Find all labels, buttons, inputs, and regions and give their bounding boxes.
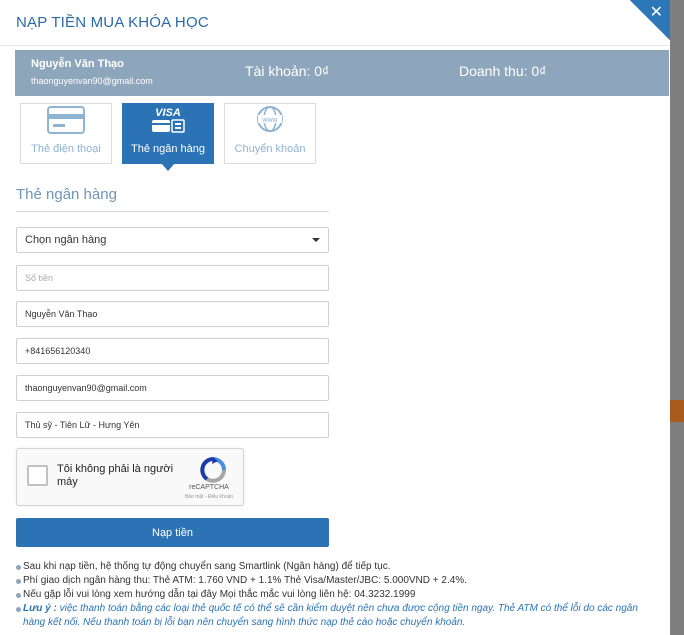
modal-header: NẠP TIỀN MUA KHÓA HỌC (0, 0, 670, 46)
recaptcha-widget: Tôi không phải là người máy reCAPTCHA Bả… (16, 448, 244, 506)
name-input[interactable]: Nguyễn Văn Thạo (16, 301, 329, 327)
note-item: Phí giao dịch ngân hàng thu: Thẻ ATM: 1.… (16, 574, 656, 588)
tab-bank-card[interactable]: VISA Thẻ ngân hàng (122, 103, 214, 171)
recaptcha-icon (199, 457, 227, 483)
email-value: thaonguyenvan90@gmail.com (25, 383, 147, 393)
user-email: thaonguyenvan90@gmail.com (31, 76, 153, 86)
section-title: Thẻ ngân hàng (16, 186, 117, 203)
tab-label: Chuyển khoản (234, 143, 306, 155)
payment-notes: Sau khi nạp tiền, hệ thống tự động chuyể… (16, 560, 656, 630)
amount-input[interactable]: Số tiền (16, 265, 329, 291)
amount-placeholder: Số tiền (25, 273, 54, 283)
account-balance: Tài khoản: 0₫ (245, 63, 330, 79)
note-text: Sau khi nạp tiền, hệ thống tự động chuyể… (23, 561, 391, 572)
note-item: Sau khi nạp tiền, hệ thống tự động chuyể… (16, 560, 656, 574)
section-divider (16, 211, 329, 212)
bullet-icon (16, 593, 21, 598)
note-text: Nếu gặp lỗi vui lòng xem hướng dẫn tại đ… (23, 589, 416, 600)
bank-select-value: Chọn ngân hàng (25, 234, 107, 246)
account-info-bar: Nguyễn Văn Thạo thaonguyenvan90@gmail.co… (15, 50, 669, 96)
bullet-icon (16, 579, 21, 584)
recaptcha-links[interactable]: Bảo mật - Điều khoản (177, 494, 241, 500)
bullet-icon (16, 607, 21, 612)
background-page (670, 0, 684, 635)
recaptcha-label: Tôi không phải là người máy (57, 463, 174, 488)
background-accent (670, 400, 684, 422)
visa-icon: VISA (149, 106, 187, 139)
warning-text: việc thanh toán bằng các loại thẻ quốc t… (23, 603, 638, 628)
phone-value: +841656120340 (25, 346, 91, 356)
globe-icon: www (255, 104, 285, 139)
deposit-button[interactable]: Nạp tiền (16, 518, 329, 547)
address-input[interactable]: Thủ sỹ - Tiên Lữ - Hưng Yên (16, 412, 329, 438)
note-text: Phí giao dịch ngân hàng thu: Thẻ ATM: 1.… (23, 575, 467, 586)
payment-method-tabs: Thẻ điện thoại VISA Thẻ ngân hàng www Ch… (20, 103, 316, 171)
svg-text:VISA: VISA (155, 107, 181, 119)
warning-note: Lưu ý : việc thanh toán bằng các loại th… (16, 602, 656, 630)
email-input[interactable]: thaonguyenvan90@gmail.com (16, 375, 329, 401)
recaptcha-brand: reCAPTCHA (189, 484, 229, 491)
tab-label: Thẻ điện thoại (31, 143, 101, 155)
address-value: Thủ sỹ - Tiên Lữ - Hưng Yên (25, 420, 140, 430)
svg-text:www: www (261, 117, 278, 124)
tab-bank-transfer[interactable]: www Chuyển khoản (224, 103, 316, 164)
tab-label: Thẻ ngân hàng (130, 143, 205, 155)
chevron-down-icon (312, 238, 320, 242)
user-name: Nguyễn Văn Thạo (31, 58, 124, 70)
bullet-icon (16, 565, 21, 570)
close-icon: ✕ (649, 4, 663, 21)
name-value: Nguyễn Văn Thạo (25, 309, 98, 319)
deposit-modal: NẠP TIỀN MUA KHÓA HỌC ✕ Nguyễn Văn Thạo … (0, 0, 670, 635)
card-icon (47, 106, 85, 139)
note-item: Nếu gặp lỗi vui lòng xem hướng dẫn tại đ… (16, 588, 656, 602)
modal-title: NẠP TIỀN MUA KHÓA HỌC (16, 14, 209, 31)
tab-phone-card[interactable]: Thẻ điện thoại (20, 103, 112, 164)
revenue-balance: Doanh thu: 0₫ (459, 63, 547, 79)
close-button[interactable]: ✕ (630, 0, 670, 40)
phone-input[interactable]: +841656120340 (16, 338, 329, 364)
warning-label: Lưu ý : (23, 603, 57, 614)
bank-select[interactable]: Chọn ngân hàng (16, 227, 329, 253)
recaptcha-checkbox[interactable] (27, 465, 48, 486)
